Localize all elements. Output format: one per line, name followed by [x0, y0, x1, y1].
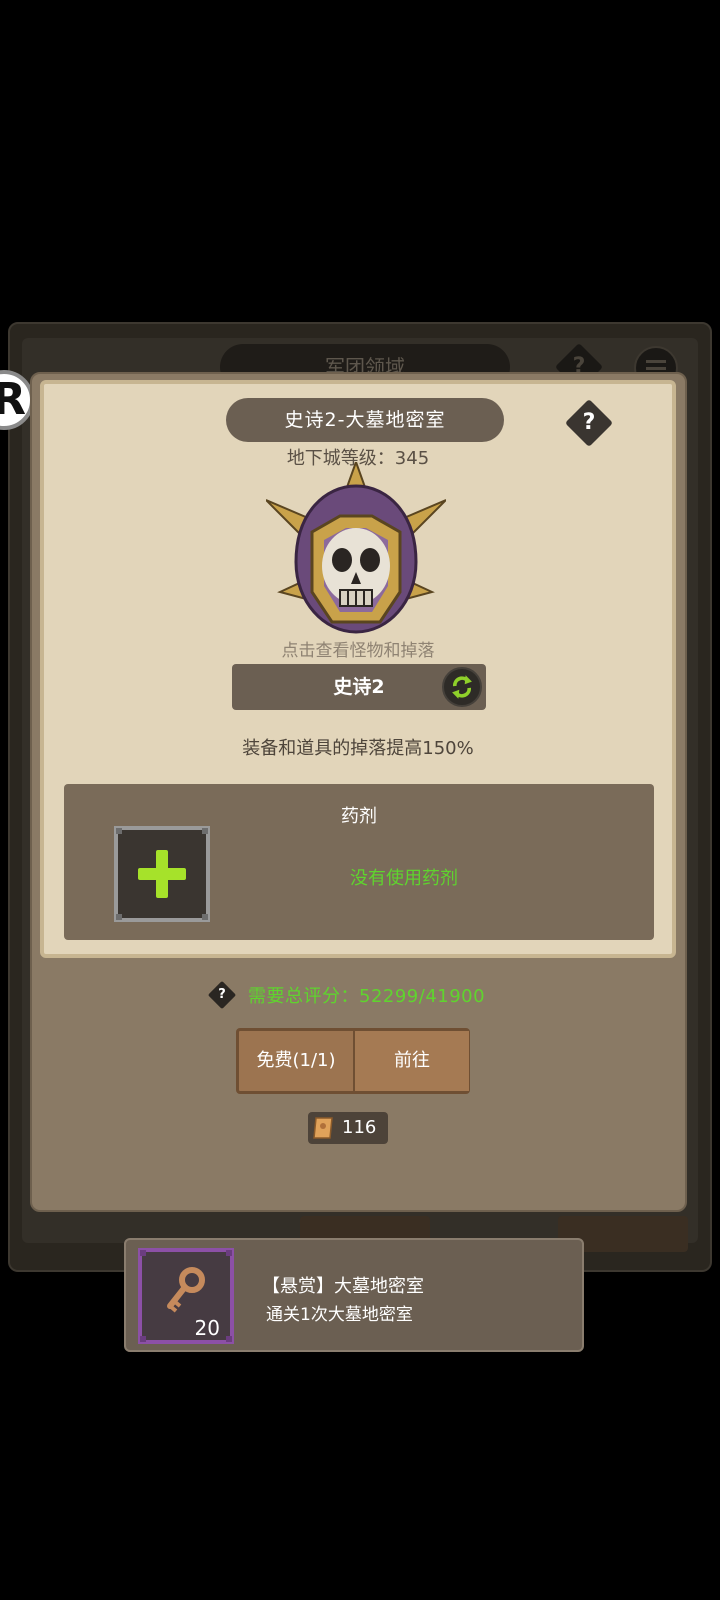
quest-description: 通关1次大墓地密室: [266, 1305, 413, 1325]
quest-reward-slot[interactable]: 20: [138, 1248, 234, 1344]
cost-display: 116: [308, 1112, 388, 1144]
quest-title: 【悬赏】大墓地密室: [262, 1276, 424, 1297]
action-buttons: 免费(1/1) 前往: [236, 1028, 470, 1094]
key-icon: [167, 1267, 205, 1313]
quest-card[interactable]: 20 【悬赏】大墓地密室 通关1次大墓地密室: [124, 1238, 584, 1352]
dungeon-title: 史诗2-大墓地密室: [226, 398, 504, 442]
refresh-difficulty-button[interactable]: [442, 667, 482, 707]
go-button[interactable]: 前往: [355, 1031, 469, 1091]
boss-skull-helmet-icon[interactable]: [266, 462, 446, 642]
quest-reward-count: 20: [194, 1316, 220, 1340]
add-potion-button[interactable]: [114, 826, 210, 922]
scroll-icon: [313, 1117, 333, 1139]
difficulty-selector[interactable]: 史诗2: [232, 664, 486, 710]
help-icon[interactable]: ?: [564, 398, 614, 448]
score-help-icon[interactable]: ?: [207, 980, 237, 1010]
potion-panel: 药剂 没有使用药剂: [64, 784, 654, 940]
dungeon-info-panel: 史诗2-大墓地密室 ? 地下城等级：345 点击查看怪物和掉落 史诗2 装备和道…: [40, 380, 676, 958]
score-requirement: ? 需要总评分：52299/41900: [207, 980, 486, 1010]
cost-value: 116: [342, 1117, 377, 1138]
refresh-icon: [452, 675, 472, 699]
drop-bonus-text: 装备和道具的掉落提高150%: [242, 738, 474, 759]
boss-hint-text[interactable]: 点击查看怪物和掉落: [44, 636, 672, 661]
dungeon-modal: 史诗2-大墓地密室 ? 地下城等级：345 点击查看怪物和掉落 史诗2 装备和道…: [30, 372, 687, 1212]
difficulty-label: 史诗2: [333, 676, 385, 698]
score-text: 需要总评分：52299/41900: [248, 986, 486, 1007]
potion-status: 没有使用药剂: [350, 868, 458, 889]
free-entry-button[interactable]: 免费(1/1): [239, 1031, 356, 1091]
potion-title: 药剂: [341, 806, 377, 827]
